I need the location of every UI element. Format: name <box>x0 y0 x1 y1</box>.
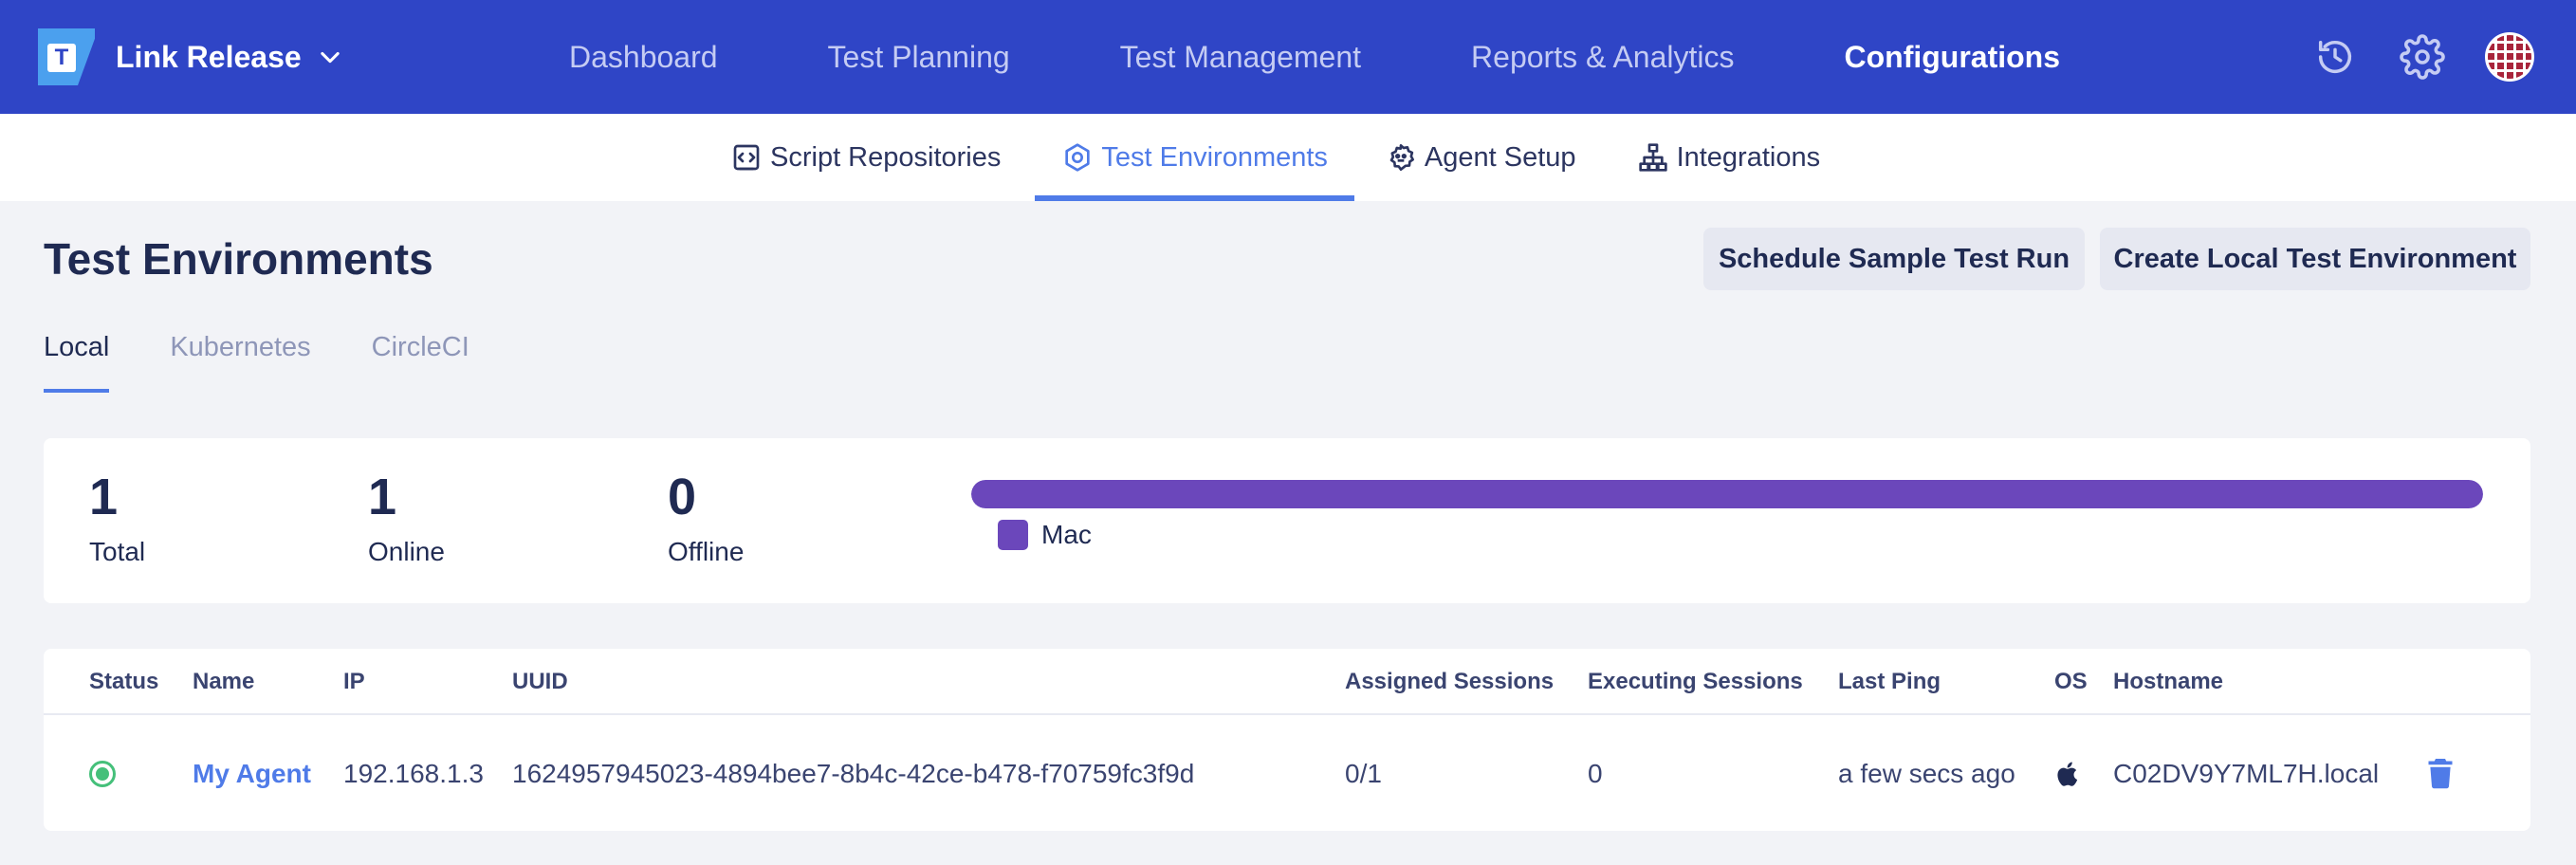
column-header-status: Status <box>89 669 159 694</box>
avatar <box>2485 32 2534 82</box>
agent-ip: 192.168.1.3 <box>343 759 484 788</box>
column-header-uuid: UUID <box>512 669 568 694</box>
top-navigation-bar: T Link Release Dashboard Test Planning T… <box>0 0 2576 114</box>
column-header-os: OS <box>2054 669 2088 694</box>
column-header-last-ping: Last Ping <box>1838 669 1941 694</box>
tab-local[interactable]: Local <box>44 332 110 393</box>
top-icons <box>2276 28 2538 85</box>
stat-offline-label: Offline <box>668 537 745 566</box>
stat-online-value: 1 <box>368 469 397 525</box>
gear-icon[interactable] <box>2394 28 2451 85</box>
project-switcher[interactable]: T Link Release <box>38 28 343 85</box>
subnav-integrations[interactable]: Integrations <box>1631 114 1827 201</box>
os-bar-segment-mac <box>971 480 2483 508</box>
nav-dashboard[interactable]: Dashboard <box>569 40 718 75</box>
column-header-name: Name <box>193 669 255 694</box>
stat-offline: 0 Offline <box>668 469 744 567</box>
agents-table: Status Name IP UUID Assigned Sessions Ex… <box>44 649 2530 831</box>
agent-assigned-sessions: 0/1 <box>1345 759 1382 788</box>
agent-uuid: 1624957945023-4894bee7-8b4c-42ce-b478-f7… <box>512 759 1195 788</box>
configurations-subnav: Script Repositories Test Environments Ag… <box>0 114 2576 201</box>
agent-executing-sessions: 0 <box>1588 759 1603 788</box>
create-local-test-environment-button[interactable]: Create Local Test Environment <box>2100 228 2530 290</box>
subnav-label: Script Repositories <box>770 141 1002 173</box>
project-name: Link Release <box>116 39 302 74</box>
agent-name-link[interactable]: My Agent <box>193 717 311 831</box>
nav-reports-analytics[interactable]: Reports & Analytics <box>1471 40 1734 75</box>
trash-icon[interactable] <box>2426 757 2455 789</box>
subnav-label: Test Environments <box>1101 141 1328 173</box>
page-title: Test Environments <box>44 234 433 284</box>
stat-online: 1 Online <box>368 469 445 567</box>
nav-test-planning[interactable]: Test Planning <box>828 40 1010 75</box>
chevron-down-icon <box>317 44 343 70</box>
main-navigation: Dashboard Test Planning Test Management … <box>569 0 2170 114</box>
stat-online-label: Online <box>368 537 445 566</box>
column-header-hostname: Hostname <box>2113 669 2224 694</box>
subnav-script-repositories[interactable]: Script Repositories <box>725 114 1006 201</box>
os-legend: Mac <box>998 520 1092 550</box>
agent-hostname: C02DV9Y7ML7H.local <box>2113 759 2380 788</box>
column-header-assigned-sessions: Assigned Sessions <box>1345 669 1555 694</box>
app-logo: T <box>38 28 95 85</box>
hexagon-icon <box>1061 141 1094 174</box>
nav-configurations[interactable]: Configurations <box>1844 40 2060 75</box>
tab-circleci[interactable]: CircleCI <box>372 332 469 393</box>
online-status-icon <box>89 761 116 787</box>
subnav-label: Agent Setup <box>1424 141 1576 173</box>
column-header-executing-sessions: Executing Sessions <box>1588 669 1803 694</box>
table-row: My Agent 192.168.1.3 1624957945023-4894b… <box>44 717 2530 831</box>
subnav-test-environments[interactable]: Test Environments <box>1035 114 1354 201</box>
history-icon[interactable] <box>2307 28 2364 85</box>
environment-tabs: Local Kubernetes CircleCI <box>44 332 530 393</box>
agent-last-ping: a few secs ago <box>1838 759 2015 788</box>
stat-offline-value: 0 <box>668 469 697 525</box>
code-icon <box>730 141 763 174</box>
subnav-agent-setup[interactable]: Agent Setup <box>1379 114 1582 201</box>
network-icon <box>1637 141 1669 174</box>
subnav-label: Integrations <box>1676 141 1821 173</box>
nav-test-management[interactable]: Test Management <box>1120 40 1361 75</box>
tab-kubernetes[interactable]: Kubernetes <box>170 332 310 393</box>
apple-icon <box>2054 759 2083 789</box>
schedule-sample-test-run-button[interactable]: Schedule Sample Test Run <box>1703 228 2085 290</box>
stat-total-label: Total <box>89 537 146 566</box>
table-header: Status Name IP UUID Assigned Sessions Ex… <box>44 649 2530 715</box>
user-avatar-button[interactable] <box>2481 28 2538 85</box>
column-header-ip: IP <box>343 669 365 694</box>
legend-swatch-mac <box>998 520 1028 550</box>
stat-total-value: 1 <box>89 469 119 525</box>
logo-letter: T <box>47 44 76 72</box>
agent-stats-card: 1 Total 1 Online 0 Offline Mac <box>44 438 2530 603</box>
legend-label-mac: Mac <box>1041 520 1092 549</box>
os-distribution-bar <box>971 480 2483 508</box>
agent-gear-icon <box>1385 141 1417 174</box>
stat-total: 1 Total <box>89 469 145 567</box>
